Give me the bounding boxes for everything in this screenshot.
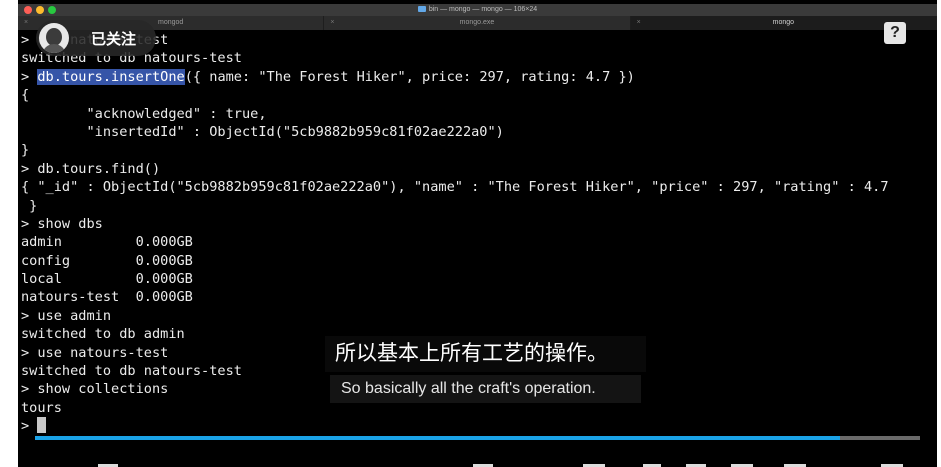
close-tab-icon[interactable]: × [24, 16, 28, 30]
text-selection[interactable]: db.tours.insertOne [37, 68, 185, 85]
terminal-line: "acknowledged" : true, [21, 105, 267, 122]
help-button[interactable]: ? [884, 22, 906, 44]
terminal-line: } [21, 197, 38, 214]
terminal-line-selected: > db.tours.insertOne({ name: "The Forest… [21, 68, 635, 85]
video-frame: bin — mongo — mongo — 106×24 × mongod × mo… [0, 0, 941, 467]
terminal-line: } [21, 142, 30, 159]
terminal-line: switched to db natours-test [21, 50, 242, 67]
player-controls [18, 440, 937, 467]
terminal-line: > db.tours.find() [21, 160, 161, 177]
terminal-tabbar: × mongod × mongo.exe × mongo [18, 16, 937, 30]
terminal-line: { [21, 87, 30, 104]
channel-follow-badge[interactable]: 已关注 [36, 20, 156, 56]
terminal-line: natours-test 0.000GB [21, 289, 193, 306]
terminal-output[interactable]: > use natours-test switched to db natour… [18, 30, 937, 434]
subtitle-chinese: 所以基本上所有工艺的操作。 [325, 336, 646, 372]
terminal-line: > show dbs [21, 215, 103, 232]
terminal-titlebar: bin — mongo — mongo — 106×24 [18, 4, 937, 16]
right-margin [937, 0, 941, 467]
tab-mongo-exe[interactable]: × mongo.exe [324, 16, 631, 30]
terminal-line: "insertedId" : ObjectId("5cb9882b959c81f… [21, 123, 504, 140]
window-title-text: bin — mongo — mongo — 106×24 [428, 6, 538, 13]
terminal-line: { "_id" : ObjectId("5cb9882b959c81f02ae2… [21, 179, 889, 196]
window-title: bin — mongo — mongo — 106×24 [18, 4, 937, 16]
avatar[interactable] [39, 23, 69, 53]
close-tab-icon[interactable]: × [637, 16, 641, 30]
folder-icon [417, 6, 426, 13]
followed-label[interactable]: 已关注 [91, 28, 136, 49]
terminal-line: > use natours-test [21, 32, 168, 48]
terminal-line: local 0.000GB [21, 271, 193, 288]
terminal-prompt-line[interactable]: > [21, 417, 937, 434]
terminal-line: config 0.000GB [21, 252, 193, 269]
text-cursor [37, 417, 47, 434]
close-tab-icon[interactable]: × [330, 16, 334, 30]
subtitle-english: So basically all the craft's operation. [330, 375, 641, 403]
left-margin [0, 0, 18, 467]
terminal-line: admin 0.000GB [21, 234, 193, 251]
avatar-body [42, 44, 66, 53]
terminal-line: > use admin [21, 307, 112, 324]
